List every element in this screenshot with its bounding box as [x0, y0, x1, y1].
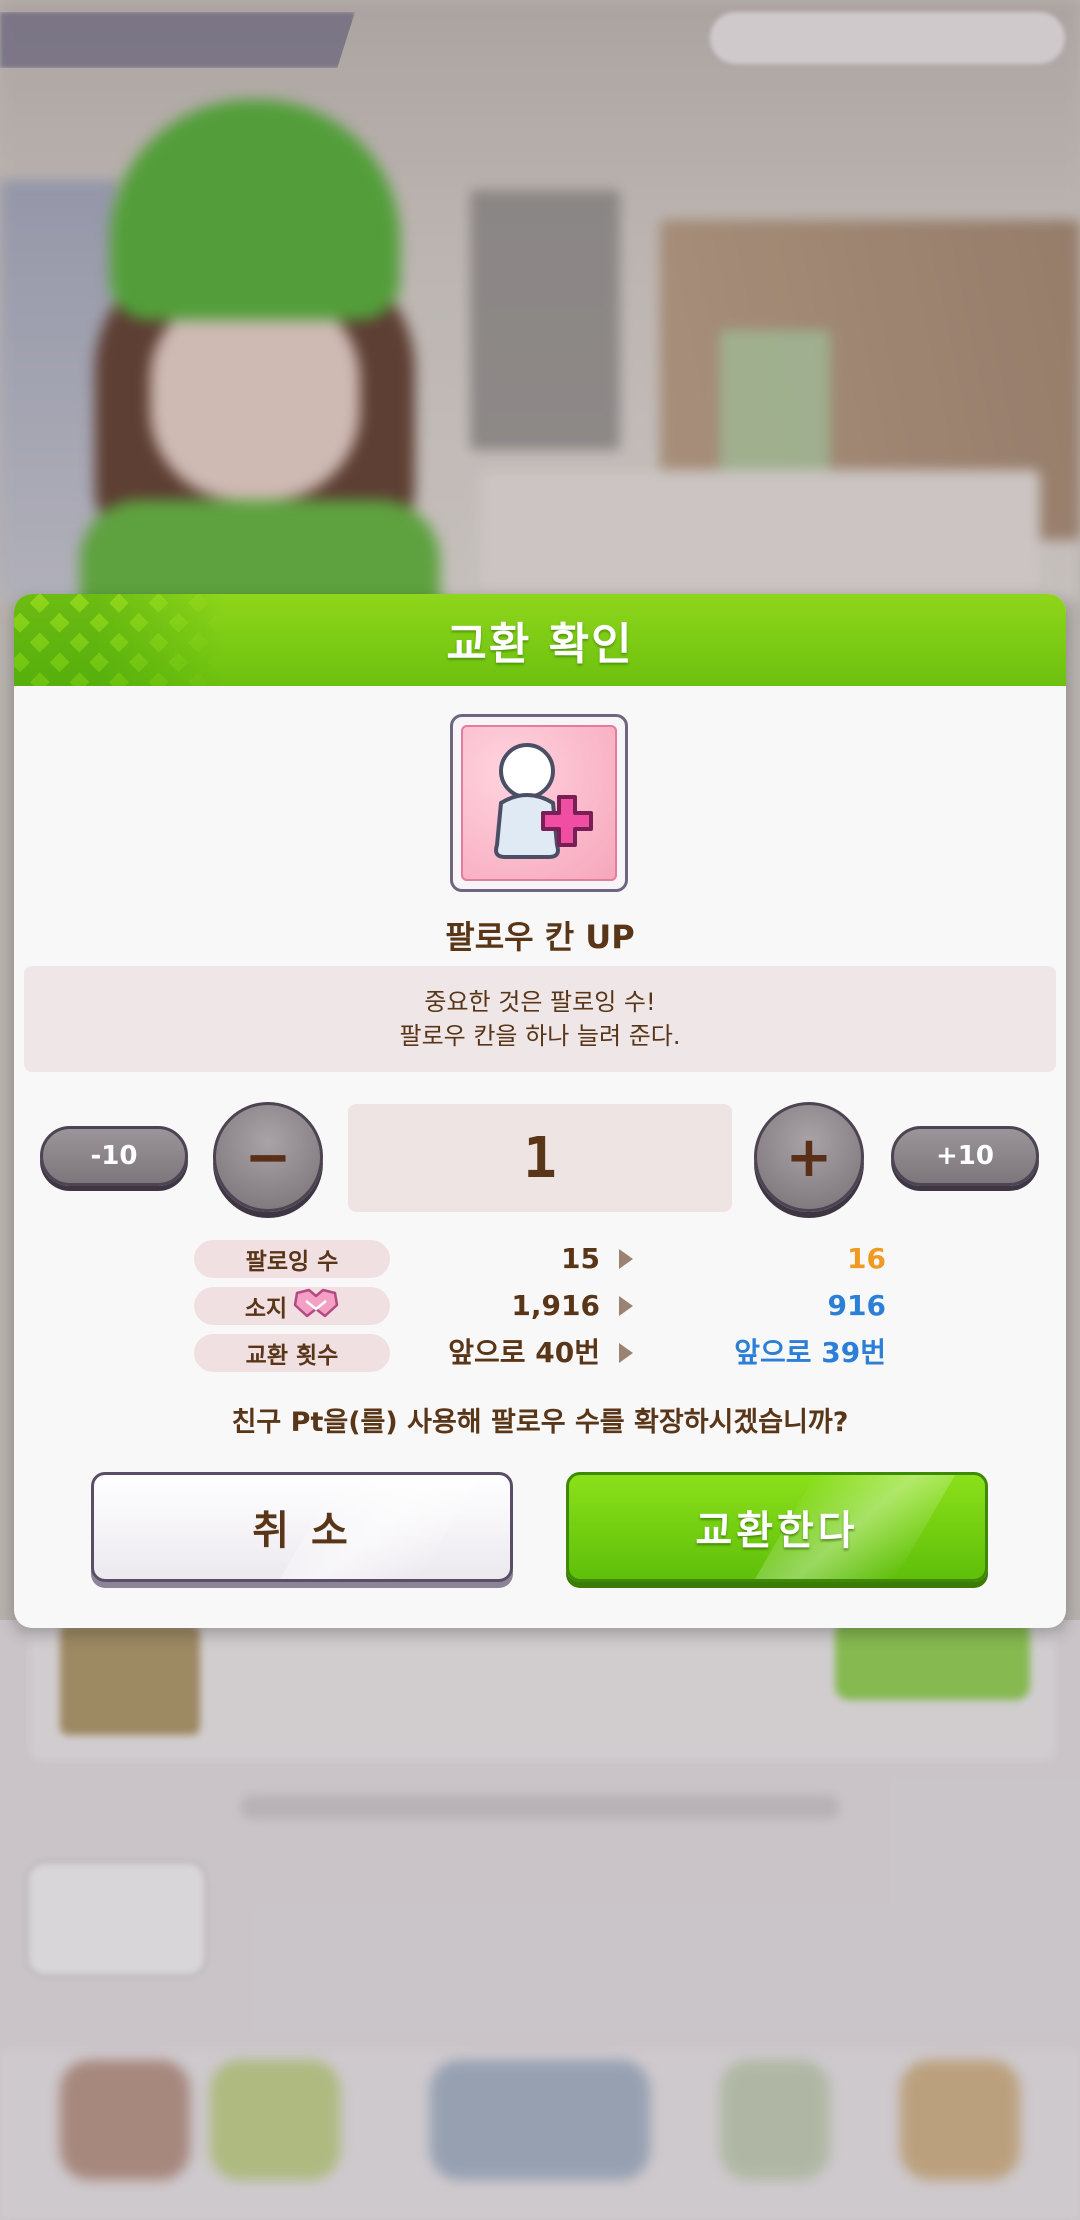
row-next-value: 앞으로 39번 — [734, 1336, 886, 1369]
row-current-value: 1,916 — [511, 1289, 600, 1322]
row-label: 소지 — [244, 1296, 288, 1322]
header-pattern — [14, 594, 224, 686]
arrow-right-icon — [619, 1249, 633, 1269]
arrow-right-icon — [619, 1296, 633, 1316]
handshake-icon — [293, 1287, 339, 1325]
minus-10-button[interactable]: -10 — [40, 1126, 188, 1186]
plus-10-button[interactable]: +10 — [891, 1126, 1039, 1186]
row-current-value: 앞으로 40번 — [448, 1336, 600, 1369]
cancel-button-label: 취 소 — [252, 1508, 352, 1554]
row-current-value: 15 — [561, 1242, 600, 1275]
quantity-value: 1 — [348, 1104, 732, 1212]
item-icon-frame — [450, 714, 628, 892]
description-line-1: 중요한 것은 팔로잉 수! — [424, 988, 656, 1016]
exchange-confirm-dialog: 교환 확인 팔로우 칸 UP 중요한 것은 팔로잉 수! 팔로우 칸을 하나 늘… — [14, 594, 1066, 1628]
item-description: 중요한 것은 팔로잉 수! 팔로우 칸을 하나 늘려 준다. — [24, 966, 1056, 1072]
exchange-button[interactable]: 교환한다 — [566, 1472, 988, 1582]
minus-button[interactable]: − — [213, 1102, 323, 1212]
arrow-right-icon — [619, 1343, 633, 1363]
row-label: 교환 횟수 — [194, 1334, 390, 1372]
info-row-owned: 소지 1,916 916 — [14, 1283, 1066, 1329]
info-row-exchange-count: 교환 횟수 앞으로 40번 앞으로 39번 — [14, 1330, 1066, 1376]
follow-slot-icon — [494, 743, 593, 859]
cancel-button[interactable]: 취 소 — [91, 1472, 513, 1582]
info-row-following: 팔로잉 수 15 16 — [14, 1236, 1066, 1282]
dialog-header: 교환 확인 — [14, 594, 1066, 686]
row-label: 팔로잉 수 — [194, 1240, 390, 1278]
description-line-2: 팔로우 칸을 하나 늘려 준다. — [399, 1022, 681, 1050]
dialog-title: 교환 확인 — [446, 619, 634, 670]
row-next-value: 16 — [847, 1242, 886, 1275]
exchange-button-label: 교환한다 — [695, 1508, 859, 1554]
row-next-value: 916 — [827, 1289, 886, 1322]
item-name: 팔로우 칸 UP — [445, 918, 635, 956]
plus-button[interactable]: + — [754, 1102, 864, 1212]
confirm-question: 친구 Pt을(를) 사용해 팔로우 수를 확장하시겠습니까? — [231, 1407, 849, 1438]
row-label-wrap: 소지 — [194, 1287, 390, 1325]
